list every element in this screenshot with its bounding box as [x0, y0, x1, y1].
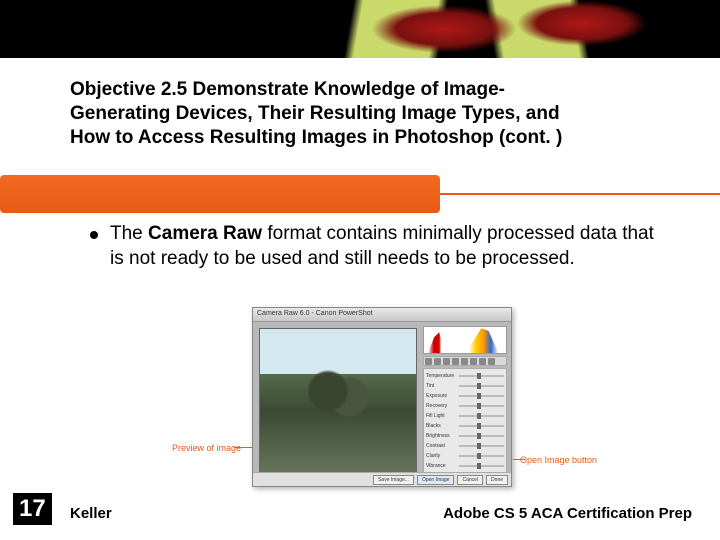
dialog-button-bar: Save Image... Open Image Cancel Done: [253, 472, 511, 486]
bullet-text: The Camera Raw format contains minimally…: [110, 222, 670, 271]
slider-row: Tint: [426, 381, 504, 390]
bullet-icon: [90, 231, 98, 239]
slider-group: Temperature Tint Exposure Recovery Fill …: [423, 368, 507, 482]
camera-raw-dialog: Camera Raw 6.0 - Canon PowerShot Tempera…: [252, 307, 512, 487]
bullet-pre: The: [110, 223, 148, 244]
page-number: 17: [13, 493, 52, 525]
slider-row: Fill Light: [426, 411, 504, 420]
adjustment-panel: Temperature Tint Exposure Recovery Fill …: [423, 326, 507, 482]
bullet-item: The Camera Raw format contains minimally…: [90, 222, 670, 271]
title-line-3: How to Access Resulting Images in Photos…: [70, 127, 562, 148]
footer-author: Keller: [70, 505, 112, 522]
save-image-button[interactable]: Save Image...: [373, 475, 414, 485]
banner-art: [260, 0, 720, 58]
slider-row: Clarity: [426, 451, 504, 460]
callout-line-right: [513, 459, 525, 460]
slider-row: Exposure: [426, 391, 504, 400]
open-image-button[interactable]: Open Image: [417, 475, 455, 485]
title-line-1: Objective 2.5 Demonstrate Knowledge of I…: [70, 79, 505, 100]
slider-row: Contrast: [426, 441, 504, 450]
bullet-bold: Camera Raw: [148, 223, 262, 244]
slider-row: Brightness: [426, 431, 504, 440]
image-preview: [259, 328, 417, 480]
slide-content: Objective 2.5 Demonstrate Knowledge of I…: [70, 78, 685, 161]
accent-bar: [0, 175, 440, 213]
cancel-button[interactable]: Cancel: [457, 475, 483, 485]
done-button[interactable]: Done: [486, 475, 508, 485]
slider-row: Blacks: [426, 421, 504, 430]
footer-course: Adobe CS 5 ACA Certification Prep: [443, 505, 692, 522]
slider-row: Recovery: [426, 401, 504, 410]
callout-line-left: [234, 447, 252, 448]
panel-tab-icons: [423, 356, 507, 366]
banner: [0, 0, 720, 58]
dialog-body: Temperature Tint Exposure Recovery Fill …: [253, 322, 511, 486]
slide-title: Objective 2.5 Demonstrate Knowledge of I…: [70, 78, 685, 149]
callout-open-button: Open Image button: [520, 455, 597, 465]
title-line-2: Generating Devices, Their Resulting Imag…: [70, 103, 560, 124]
histogram: [423, 326, 507, 354]
callout-preview: Preview of image: [172, 443, 241, 453]
dialog-titlebar: Camera Raw 6.0 - Canon PowerShot: [253, 308, 511, 322]
camera-raw-figure: Preview of image Camera Raw 6.0 - Canon …: [172, 307, 597, 489]
slider-row: Vibrance: [426, 461, 504, 470]
slider-row: Temperature: [426, 371, 504, 380]
accent-line: [440, 193, 720, 195]
